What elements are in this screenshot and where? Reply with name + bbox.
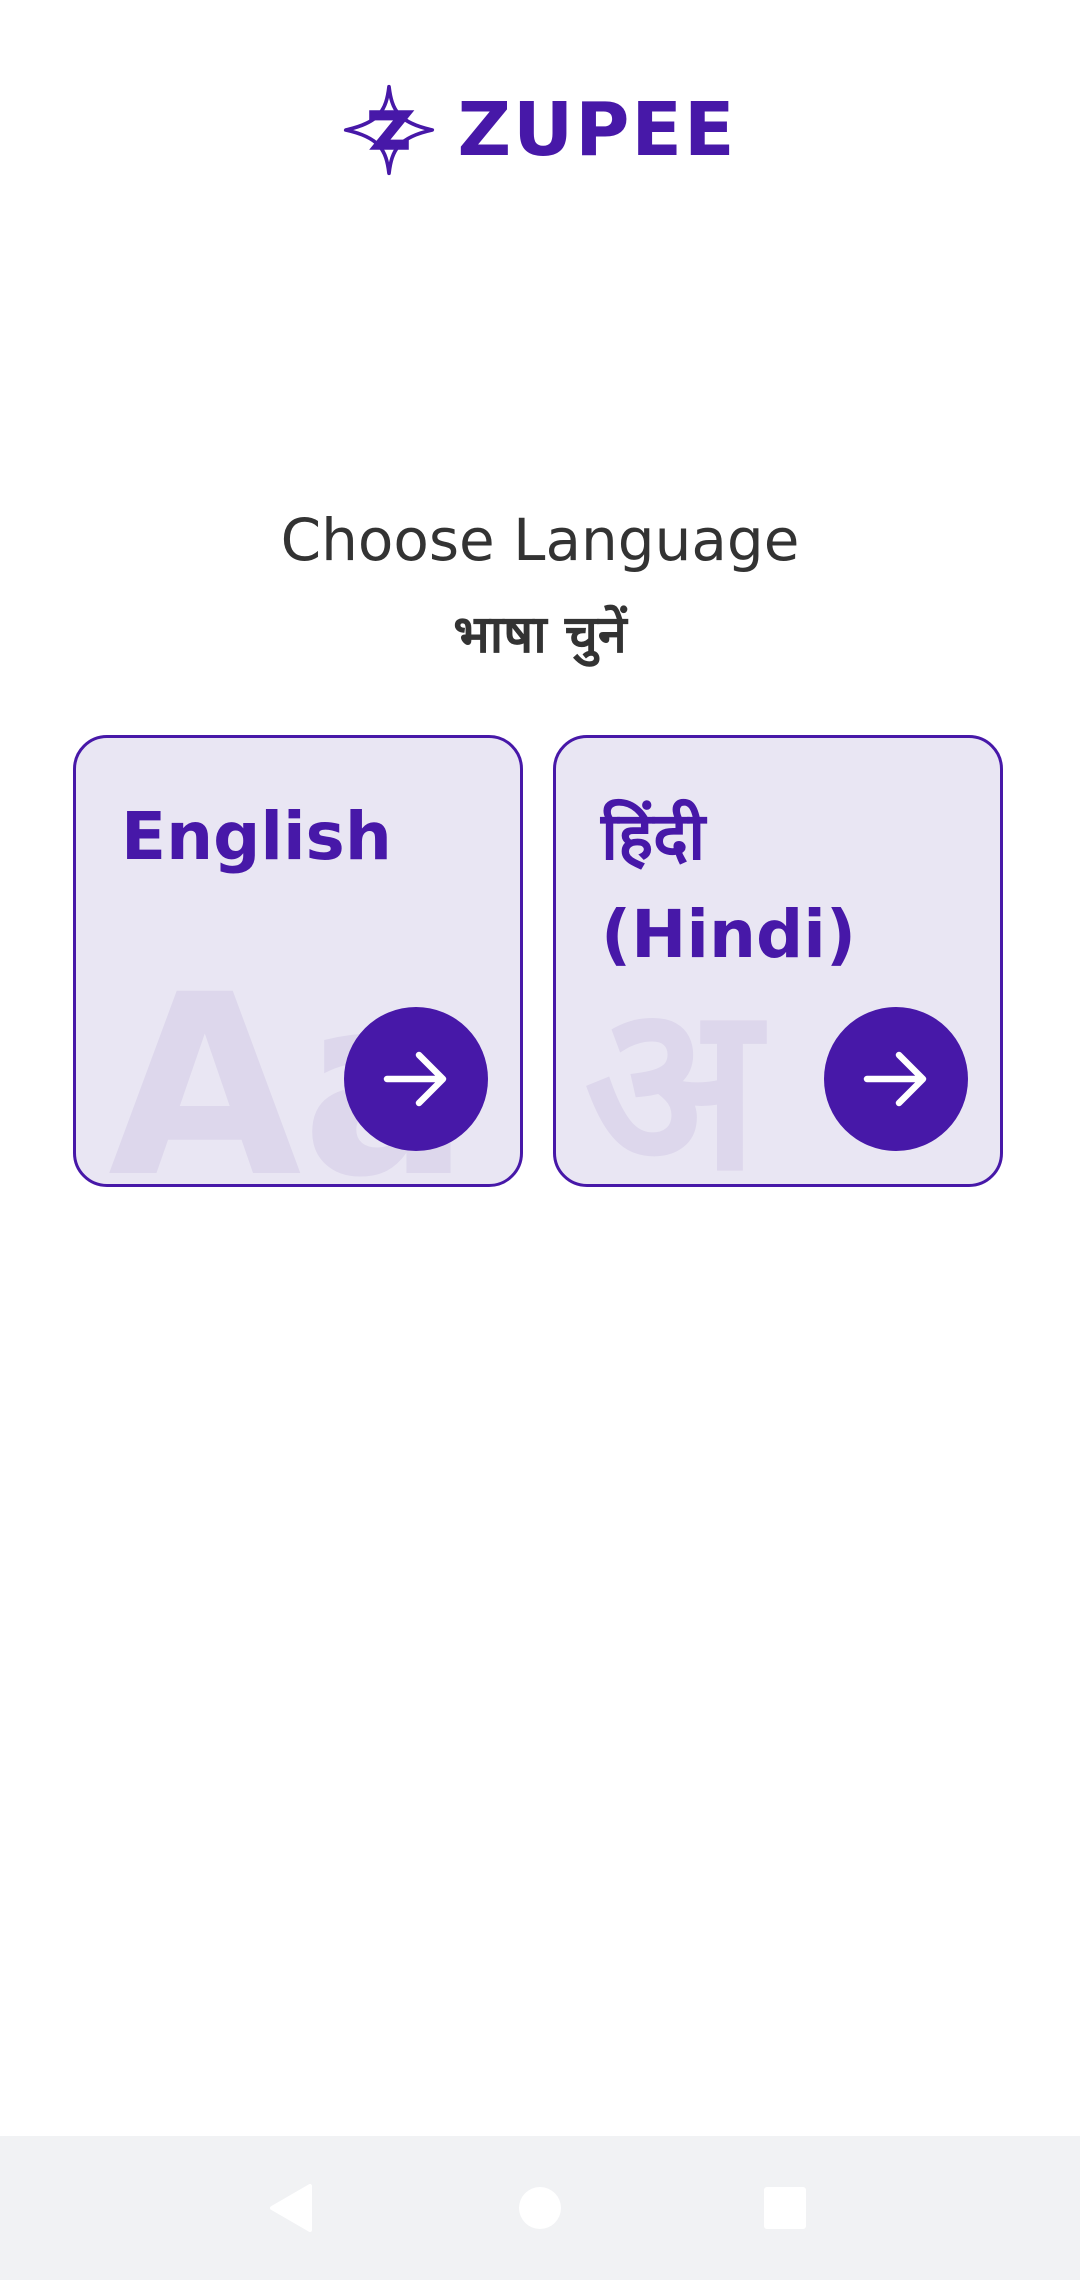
arrow-right-icon: [863, 1051, 927, 1107]
language-label: English: [121, 798, 392, 875]
zupee-star-z-icon: [344, 84, 435, 176]
page-title: Choose Language: [280, 506, 800, 574]
select-english-button[interactable]: [344, 1007, 488, 1151]
recents-square-icon: [764, 2187, 806, 2229]
language-label-hindi-roman: (Hindi): [601, 896, 857, 973]
page-subtitle-hindi: भाषा चुनें: [453, 605, 627, 665]
brand-name: ZUPEE: [457, 87, 737, 173]
zupee-logo: ZUPEE: [0, 84, 1080, 176]
language-label-hindi: हिंदी: [601, 798, 706, 875]
nav-home-button[interactable]: [480, 2136, 600, 2280]
nav-back-button[interactable]: [230, 2136, 350, 2280]
nav-recents-button[interactable]: [725, 2136, 845, 2280]
back-triangle-icon: [270, 2184, 312, 2232]
arrow-right-icon: [383, 1051, 447, 1107]
home-circle-icon: [519, 2187, 561, 2229]
system-navigation-bar: [0, 2136, 1080, 2280]
language-card-hindi[interactable]: अ हिंदी (Hindi): [553, 735, 1003, 1187]
card-watermark: अ: [584, 955, 760, 1187]
language-label: हिंदी (Hindi): [601, 788, 971, 984]
language-card-english[interactable]: Aa English: [73, 735, 523, 1187]
select-hindi-button[interactable]: [824, 1007, 968, 1151]
